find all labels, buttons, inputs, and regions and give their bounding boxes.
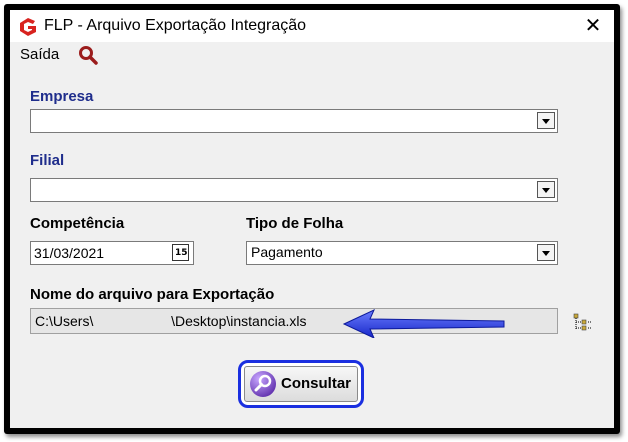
competencia-date-field[interactable]: 31/03/2021 15 (30, 241, 194, 265)
search-icon[interactable] (78, 45, 98, 65)
window-title: FLP - Arquivo Exportação Integração (44, 17, 307, 34)
empresa-select[interactable] (30, 109, 558, 133)
tipo-folha-label: Tipo de Folha (246, 215, 344, 232)
tipo-folha-select[interactable]: Pagamento (246, 241, 558, 265)
annotation-arrow-icon (342, 308, 505, 338)
empresa-label: Empresa (30, 88, 94, 105)
folder-tree-icon[interactable] (572, 312, 594, 332)
window-frame: FLP - Arquivo Exportação Integração ✕ Sa… (4, 4, 620, 434)
empresa-dropdown-icon[interactable] (537, 112, 555, 129)
magnifier-icon (250, 371, 276, 397)
consultar-button[interactable]: Consultar (244, 366, 358, 402)
competencia-label: Competência (30, 215, 125, 232)
dialog-window: FLP - Arquivo Exportação Integração ✕ Sa… (10, 10, 614, 428)
consultar-highlight: Consultar (238, 360, 364, 408)
tipo-folha-dropdown-icon[interactable] (537, 244, 555, 261)
filial-select[interactable] (30, 178, 558, 202)
menu-item-saida[interactable]: Saída (20, 46, 59, 63)
consultar-label: Consultar (281, 375, 352, 392)
filial-dropdown-icon[interactable] (537, 181, 555, 198)
calendar-day-number: 15 (175, 248, 188, 258)
arquivo-label: Nome do arquivo para Exportação (30, 286, 275, 303)
tipo-folha-value: Pagamento (251, 244, 323, 260)
menu-bar: Saída (10, 42, 614, 68)
competencia-value: 31/03/2021 (34, 245, 105, 261)
app-logo-icon (20, 18, 36, 36)
close-button[interactable]: ✕ (580, 13, 606, 39)
title-bar: FLP - Arquivo Exportação Integração ✕ (10, 10, 614, 42)
arquivo-path-value: C:\Users\ \Desktop\instancia.xls (35, 313, 307, 329)
calendar-icon[interactable]: 15 (172, 244, 189, 261)
filial-label: Filial (30, 152, 65, 169)
